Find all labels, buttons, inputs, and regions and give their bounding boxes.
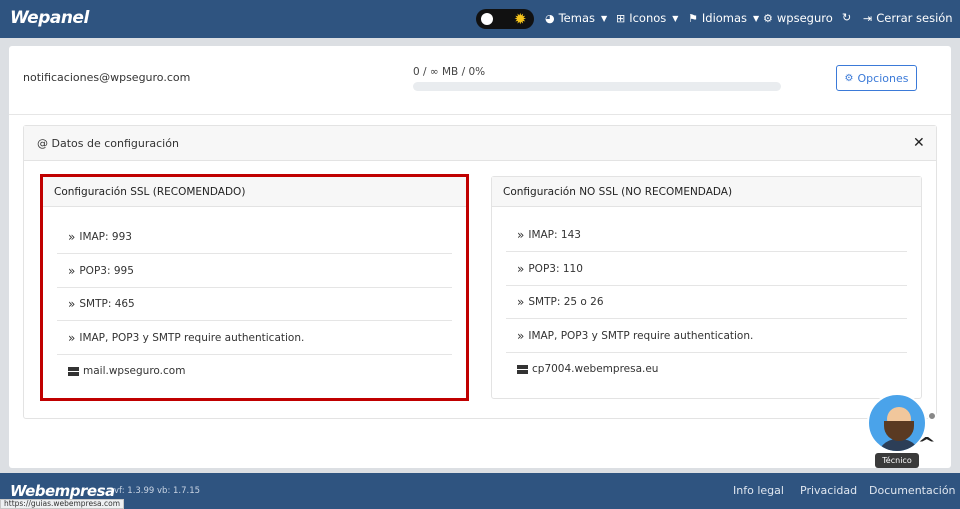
chevron-up-icon[interactable]: ^	[917, 434, 936, 453]
nossl-panel-header: Configuración NO SSL (NO RECOMENDADA)	[492, 177, 921, 207]
nossl-auth-note: IMAP, POP3 y SMTP require authentication…	[528, 329, 754, 342]
footer-link-info-legal[interactable]: Info legal	[733, 484, 784, 497]
list-item: » IMAP: 993	[57, 220, 452, 254]
chevron-down-icon: ▼	[672, 13, 679, 23]
footer-link-privacidad[interactable]: Privacidad	[800, 484, 857, 497]
theme-toggle[interactable]: ✹	[476, 9, 534, 29]
nossl-smtp: SMTP: 25 o 26	[528, 295, 604, 308]
double-chevron-right-icon: »	[68, 229, 76, 244]
ssl-auth-note: IMAP, POP3 y SMTP require authentication…	[79, 331, 305, 344]
toggle-knob	[481, 13, 493, 25]
double-chevron-right-icon: »	[517, 227, 525, 242]
palette-icon: ◕	[545, 11, 555, 25]
nav-user[interactable]: ⚙ wpseguro	[763, 11, 833, 25]
gears-icon: ⚙	[844, 72, 854, 84]
main-content: notificaciones@wpseguro.com 0 / ∞ MB / 0…	[9, 46, 951, 468]
nav-iconos-label: Iconos	[629, 11, 667, 25]
nossl-pop3: POP3: 110	[528, 262, 583, 275]
server-icon	[68, 366, 79, 376]
sun-icon: ✹	[514, 10, 527, 28]
logout-icon: ⇥	[863, 11, 873, 25]
list-item: » SMTP: 25 o 26	[506, 285, 907, 319]
ssl-config-panel: Configuración SSL (RECOMENDADO) » IMAP: …	[40, 174, 469, 401]
flag-icon: ⚑	[688, 11, 698, 25]
list-item: mail.wpseguro.com	[57, 354, 452, 388]
nav-temas[interactable]: ◕ Temas ▼	[545, 11, 607, 25]
close-icon[interactable]: ✕	[913, 135, 925, 151]
nav-temas-label: Temas	[558, 11, 595, 25]
account-email: notificaciones@wpseguro.com	[23, 71, 191, 84]
sitemap-icon: ⊞	[616, 11, 626, 25]
top-navbar: Wepanel ✹ ◕ Temas ▼ ⊞ Iconos ▼ ⚑ Idiomas…	[0, 0, 960, 38]
logout-label: Cerrar sesión	[876, 11, 953, 25]
nossl-panel-title: Configuración NO SSL (NO RECOMENDADA)	[503, 186, 733, 198]
ssl-panel-header: Configuración SSL (RECOMENDADO)	[43, 177, 466, 207]
logout-button[interactable]: ⇥ Cerrar sesión	[863, 11, 953, 25]
nav-idiomas-label: Idiomas	[701, 11, 748, 25]
at-icon: @	[37, 137, 48, 150]
nav-idiomas[interactable]: ⚑ Idiomas ▼	[688, 11, 759, 25]
double-chevron-right-icon: »	[68, 263, 76, 278]
double-chevron-right-icon: »	[68, 296, 76, 311]
nav-iconos[interactable]: ⊞ Iconos ▼	[616, 11, 678, 25]
config-card: @ Datos de configuración ✕ Configuración…	[23, 125, 937, 419]
double-chevron-right-icon: »	[517, 294, 525, 309]
user-gear-icon: ⚙	[763, 11, 773, 25]
ssl-panel-title: Configuración SSL (RECOMENDADO)	[54, 186, 246, 198]
chevron-down-icon: ▼	[601, 13, 608, 23]
footer-logo[interactable]: Webempresa	[10, 482, 115, 500]
double-chevron-right-icon: »	[517, 328, 525, 343]
version-text: vf: 1.3.99 vb: 1.7.15	[114, 486, 201, 496]
ssl-imap: IMAP: 993	[79, 230, 132, 243]
quota-text: 0 / ∞ MB / 0%	[413, 66, 486, 78]
nossl-server: cp7004.webempresa.eu	[532, 363, 659, 375]
ssl-server: mail.wpseguro.com	[83, 365, 186, 377]
nav-user-label: wpseguro	[776, 11, 833, 25]
refresh-icon: ↻	[842, 11, 852, 24]
double-chevron-right-icon: »	[68, 330, 76, 345]
config-title: @ Datos de configuración	[37, 137, 179, 150]
list-item: » IMAP: 143	[506, 218, 907, 252]
ssl-smtp: SMTP: 465	[79, 297, 135, 310]
server-icon	[517, 364, 528, 374]
ssl-pop3: POP3: 995	[79, 264, 134, 277]
quota-progress-bar	[413, 82, 781, 91]
avatar-shirt	[877, 439, 921, 451]
list-item: cp7004.webempresa.eu	[506, 352, 907, 386]
footer: Webempresa vf: 1.3.99 vb: 1.7.15 Info le…	[0, 473, 960, 509]
list-item: » IMAP, POP3 y SMTP require authenticati…	[506, 319, 907, 353]
status-dot	[927, 411, 937, 421]
app-logo[interactable]: Wepanel	[10, 8, 89, 28]
footer-link-documentacion[interactable]: Documentación	[869, 484, 956, 497]
list-item: » POP3: 110	[506, 252, 907, 286]
list-item: » SMTP: 465	[57, 287, 452, 321]
options-label: Opciones	[857, 71, 909, 85]
list-item: » IMAP, POP3 y SMTP require authenticati…	[57, 321, 452, 355]
options-button[interactable]: ⚙ Opciones	[836, 65, 917, 91]
nossl-imap: IMAP: 143	[528, 228, 581, 241]
refresh-button[interactable]: ↻	[842, 11, 851, 24]
divider	[9, 114, 951, 115]
avatar-beard	[884, 421, 914, 441]
config-title-text: Datos de configuración	[51, 137, 179, 150]
list-item: » POP3: 995	[57, 254, 452, 288]
nossl-config-panel: Configuración NO SSL (NO RECOMENDADA) » …	[491, 176, 922, 399]
config-card-header: @ Datos de configuración ✕	[24, 126, 936, 161]
status-bar-url: https://guias.webempresa.com	[0, 499, 124, 509]
double-chevron-right-icon: »	[517, 261, 525, 276]
chevron-down-icon: ▼	[753, 13, 760, 23]
support-badge: Técnico	[875, 453, 919, 468]
